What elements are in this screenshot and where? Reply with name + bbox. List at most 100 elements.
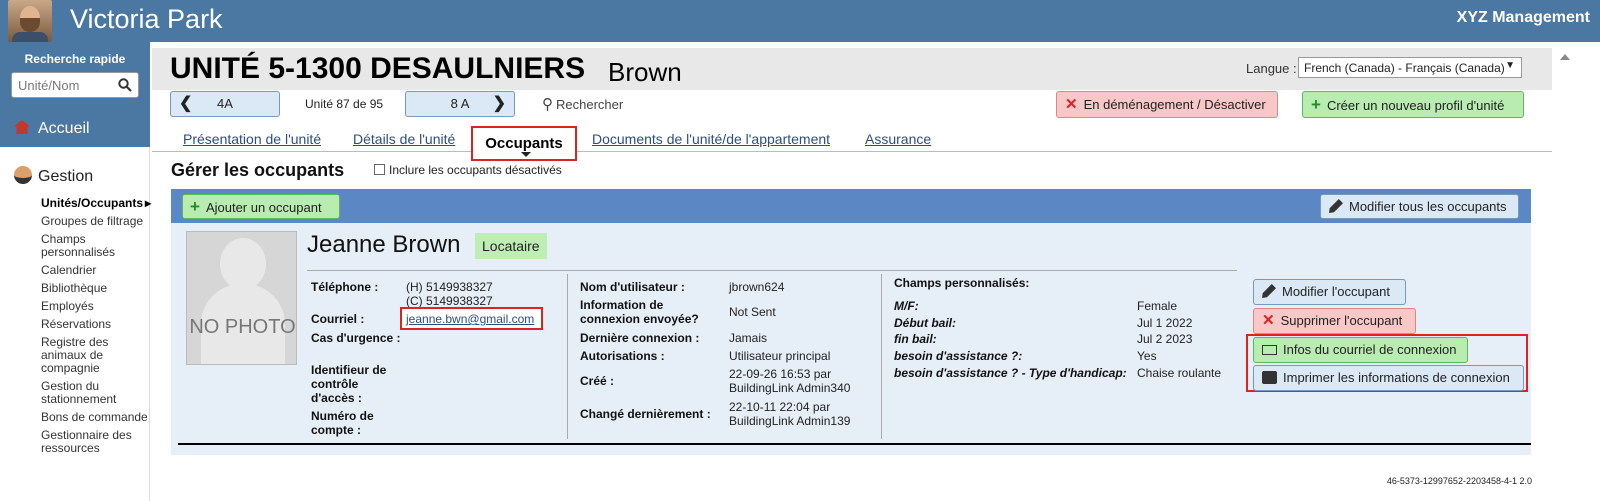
modified-label: Changé dernièrement :: [580, 407, 711, 421]
previous-unit-label: 4A: [217, 96, 233, 111]
scroll-up-icon[interactable]: [1560, 54, 1570, 60]
delete-occupant-button[interactable]: ✕ Supprimer l'occupant: [1253, 308, 1416, 334]
phone-label: Téléphone :: [311, 280, 379, 294]
sidebar-item-employees[interactable]: Employés: [41, 300, 151, 313]
unit-position: Unité 87 de 95: [305, 97, 384, 111]
access-id-label: Identifieur de contrôle d'accès :: [311, 363, 387, 405]
custom-field-label: besoin d'assistance ? - Type d'handicap:: [894, 366, 1127, 380]
phone-home: (H) 5149938327: [406, 280, 493, 294]
email-link[interactable]: jeanne.bwn@gmail.com: [406, 312, 534, 326]
login-info-label: Information de connexion envoyée?: [580, 298, 699, 326]
sidebar-item-filter-groups[interactable]: Groupes de filtrage: [41, 215, 151, 228]
include-deactivated-checkbox[interactable]: Inclure les occupants désactivés: [374, 163, 562, 177]
search-icon: ⚲: [542, 96, 553, 113]
sidebar-item-custom-fields[interactable]: Champs personnalisés: [41, 233, 151, 259]
search-link[interactable]: ⚲ Rechercher: [542, 95, 623, 113]
custom-field-value: Yes: [1137, 349, 1157, 363]
phone-cell: (C) 5149938327: [406, 294, 493, 308]
sidebar-item-reservations[interactable]: Réservations: [41, 318, 151, 331]
printer-icon: [1262, 371, 1277, 384]
email-login-info-label: Infos du courriel de connexion: [1283, 342, 1457, 357]
permissions-value: Utilisateur principal: [729, 349, 831, 363]
add-occupant-label: Ajouter un occupant: [205, 200, 322, 215]
next-unit-label: 8 A: [450, 96, 470, 111]
language-select[interactable]: French (Canada) - Français (Canada) ▼: [1298, 57, 1522, 78]
deactivate-button[interactable]: ✕ En déménagement / Désactiver: [1056, 91, 1278, 118]
custom-fields-title: Champs personnalisés:: [894, 276, 1030, 290]
app-title: Victoria Park: [70, 4, 223, 34]
tab-unit-overview[interactable]: Présentation de l'unité: [183, 131, 321, 147]
custom-field-value: Female: [1137, 299, 1178, 313]
edit-all-occupants-button[interactable]: Modifier tous les occupants: [1320, 194, 1519, 219]
create-unit-profile-button[interactable]: + Créer un nouveau profil d'unité: [1302, 91, 1524, 118]
sidebar-header: Recherche rapide Unité/Nom Accueil: [0, 42, 150, 147]
avatar[interactable]: [8, 0, 52, 42]
home-label: Accueil: [38, 120, 90, 137]
search-label: Rechercher: [556, 97, 624, 112]
create-unit-profile-label: Créer un nouveau profil d'unité: [1326, 98, 1505, 113]
home-icon: [14, 120, 30, 134]
include-deactivated-label: Inclure les occupants désactivés: [389, 163, 562, 177]
role-badge: Locataire: [475, 233, 547, 259]
plus-icon: +: [190, 197, 200, 216]
custom-field-label: M/F:: [894, 299, 919, 313]
home-link[interactable]: Accueil: [14, 120, 90, 138]
custom-field-value: Chaise roulante: [1137, 366, 1222, 380]
last-login-label: Dernière connexion :: [580, 331, 700, 345]
language-label: Langue :: [1246, 61, 1297, 76]
tab-documents[interactable]: Documents de l'unité/de l'appartement: [592, 131, 830, 147]
sidebar-item-pet-registry[interactable]: Registre des animaux de compagnie: [41, 336, 151, 375]
no-photo-text: NO PHOTO: [189, 316, 296, 338]
custom-field-value: Jul 2 2023: [1137, 332, 1193, 346]
edit-all-occupants-label: Modifier tous les occupants: [1349, 199, 1507, 214]
checkbox-icon[interactable]: [374, 164, 385, 175]
sidebar-item-purchase-orders[interactable]: Bons de commande: [41, 411, 151, 424]
close-icon: ✕: [1262, 312, 1275, 329]
tab-unit-details[interactable]: Détails de l'unité: [353, 131, 455, 147]
email-login-info-button[interactable]: Infos du courriel de connexion: [1253, 337, 1468, 363]
created-label: Créé :: [580, 374, 615, 388]
print-login-info-button[interactable]: Imprimer les informations de connexion: [1253, 365, 1524, 391]
edit-occupant-button[interactable]: Modifier l'occupant: [1253, 279, 1406, 305]
divider: [307, 270, 1237, 271]
unit-title: UNITÉ 5-1300 DESAULNIERS: [170, 52, 586, 85]
language-value: French (Canada) - Français (Canada): [1304, 61, 1505, 75]
login-info-value: Not Sent: [729, 305, 776, 319]
next-unit-button[interactable]: 8 A ❯: [405, 91, 515, 117]
email-label: Courriel :: [311, 312, 365, 326]
occupant-name: Jeanne Brown: [307, 231, 461, 258]
chevron-left-icon: ❮: [179, 95, 193, 112]
sidebar-item-parking[interactable]: Gestion du stationnement: [41, 380, 151, 406]
quick-search-title: Recherche rapide: [24, 52, 126, 66]
quick-search-placeholder: Unité/Nom: [18, 78, 80, 93]
management-section[interactable]: Gestion: [14, 166, 93, 186]
add-occupant-button[interactable]: + Ajouter un occupant: [182, 194, 340, 219]
last-login-value: Jamais: [729, 331, 768, 345]
custom-field-label: fin bail:: [894, 332, 937, 346]
sidebar-item-units-occupants[interactable]: Unités/Occupants: [41, 197, 151, 210]
emergency-label: Cas d'urgence :: [311, 331, 401, 345]
section-title: Gérer les occupants: [171, 160, 345, 180]
sidebar-item-resources[interactable]: Gestionnaire des ressources: [41, 429, 151, 455]
print-login-info-label: Imprimer les informations de connexion: [1283, 370, 1510, 385]
custom-field-value: Jul 1 2022: [1137, 316, 1193, 330]
sidebar-item-library[interactable]: Bibliothèque: [41, 282, 151, 295]
tab-occupants-label: Occupants: [485, 135, 563, 152]
management-label: Gestion: [38, 168, 94, 185]
quick-search-input[interactable]: Unité/Nom: [11, 72, 139, 98]
previous-unit-button[interactable]: ❮ 4A: [170, 91, 280, 117]
plus-icon: +: [1311, 95, 1321, 114]
sidebar-item-calendar[interactable]: Calendrier: [41, 264, 151, 277]
scrollbar[interactable]: [1553, 42, 1600, 501]
tab-occupants[interactable]: Occupants: [471, 126, 577, 161]
search-icon[interactable]: [118, 78, 132, 95]
edit-occupant-label: Modifier l'occupant: [1282, 284, 1390, 299]
company-name: XYZ Management: [1456, 9, 1590, 26]
close-icon: ✕: [1065, 96, 1078, 113]
column-divider: [881, 274, 882, 439]
sidebar-nav: Unités/Occupants Groupes de filtrage Cha…: [41, 197, 151, 460]
account-number-label: Numéro de compte :: [311, 409, 374, 437]
tab-insurance[interactable]: Assurance: [865, 131, 931, 147]
caret-down-icon: [521, 152, 531, 157]
custom-field-label: besoin d'assistance ?:: [894, 349, 1023, 363]
